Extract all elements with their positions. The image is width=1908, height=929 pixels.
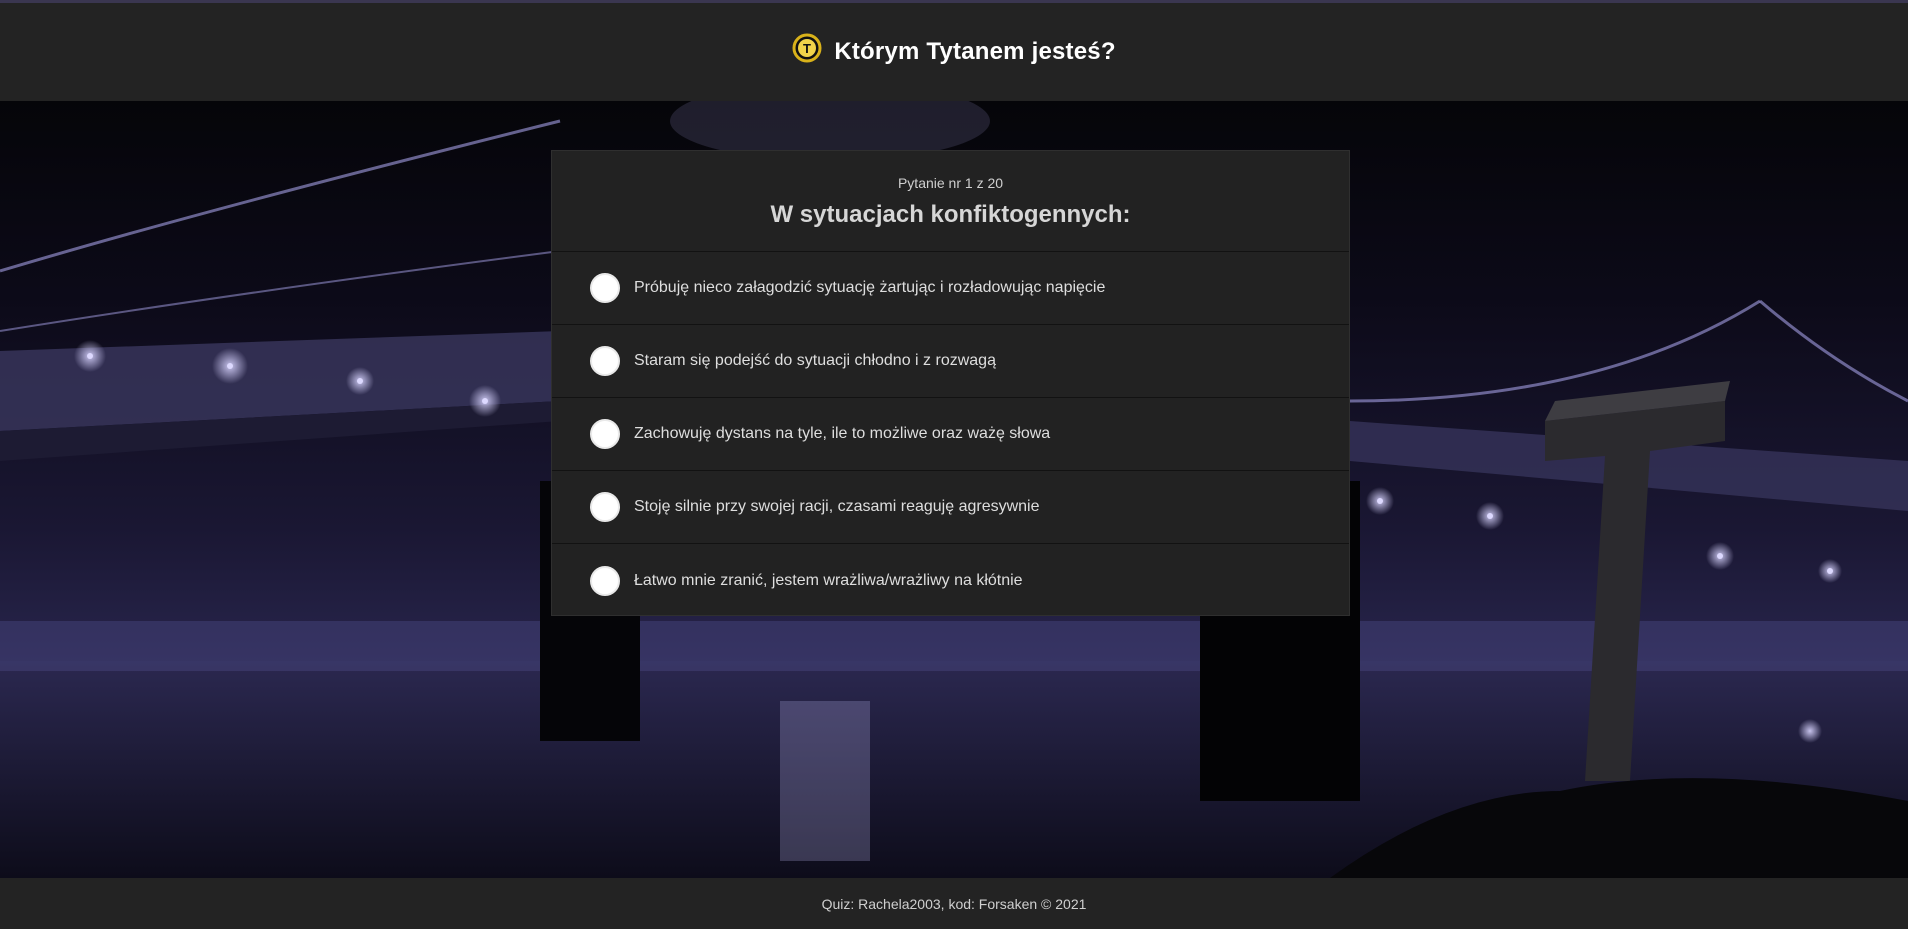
answer-label: Stoję silnie przy swojej racji, czasami … bbox=[634, 498, 1040, 515]
answer-option-2[interactable]: Staram się podejść do sytuacji chłodno i… bbox=[552, 325, 1349, 398]
footer-credits: Quiz: Rachela2003, kod: Forsaken © 2021 bbox=[821, 895, 1087, 912]
question-title: W sytuacjach konfiktogennych: bbox=[770, 201, 1131, 228]
site-footer: Quiz: Rachela2003, kod: Forsaken © 2021 bbox=[0, 878, 1908, 929]
radio-button[interactable] bbox=[590, 346, 620, 376]
site-header: T Którym Tytanem jesteś? bbox=[0, 3, 1908, 101]
answer-label: Próbuję nieco załagodzić sytuację żartuj… bbox=[634, 279, 1106, 296]
answer-label: Zachowuję dystans na tyle, ile to możliw… bbox=[634, 425, 1051, 442]
answer-option-4[interactable]: Stoję silnie przy swojej racji, czasami … bbox=[552, 471, 1349, 544]
question-counter: Pytanie nr 1 z 20 bbox=[897, 175, 1004, 191]
logo-letter: T bbox=[803, 41, 811, 56]
titan-logo-icon: T bbox=[792, 33, 822, 63]
radio-button[interactable] bbox=[590, 565, 620, 596]
answer-label: Łatwo mnie zranić, jestem wrażliwa/wrażl… bbox=[634, 571, 1023, 589]
question-header: Pytanie nr 1 z 20 W sytuacjach konfiktog… bbox=[552, 151, 1349, 252]
radio-button[interactable] bbox=[590, 492, 620, 522]
radio-button[interactable] bbox=[590, 273, 620, 303]
quiz-panel: Pytanie nr 1 z 20 W sytuacjach konfiktog… bbox=[551, 150, 1350, 616]
page-title: Którym Tytanem jesteś? bbox=[834, 38, 1116, 65]
answer-label: Staram się podejść do sytuacji chłodno i… bbox=[634, 352, 996, 369]
answer-option-3[interactable]: Zachowuję dystans na tyle, ile to możliw… bbox=[552, 398, 1349, 471]
answer-option-5[interactable]: Łatwo mnie zranić, jestem wrażliwa/wrażl… bbox=[552, 544, 1349, 617]
radio-button[interactable] bbox=[590, 419, 620, 449]
answer-option-1[interactable]: Próbuję nieco załagodzić sytuację żartuj… bbox=[552, 252, 1349, 325]
